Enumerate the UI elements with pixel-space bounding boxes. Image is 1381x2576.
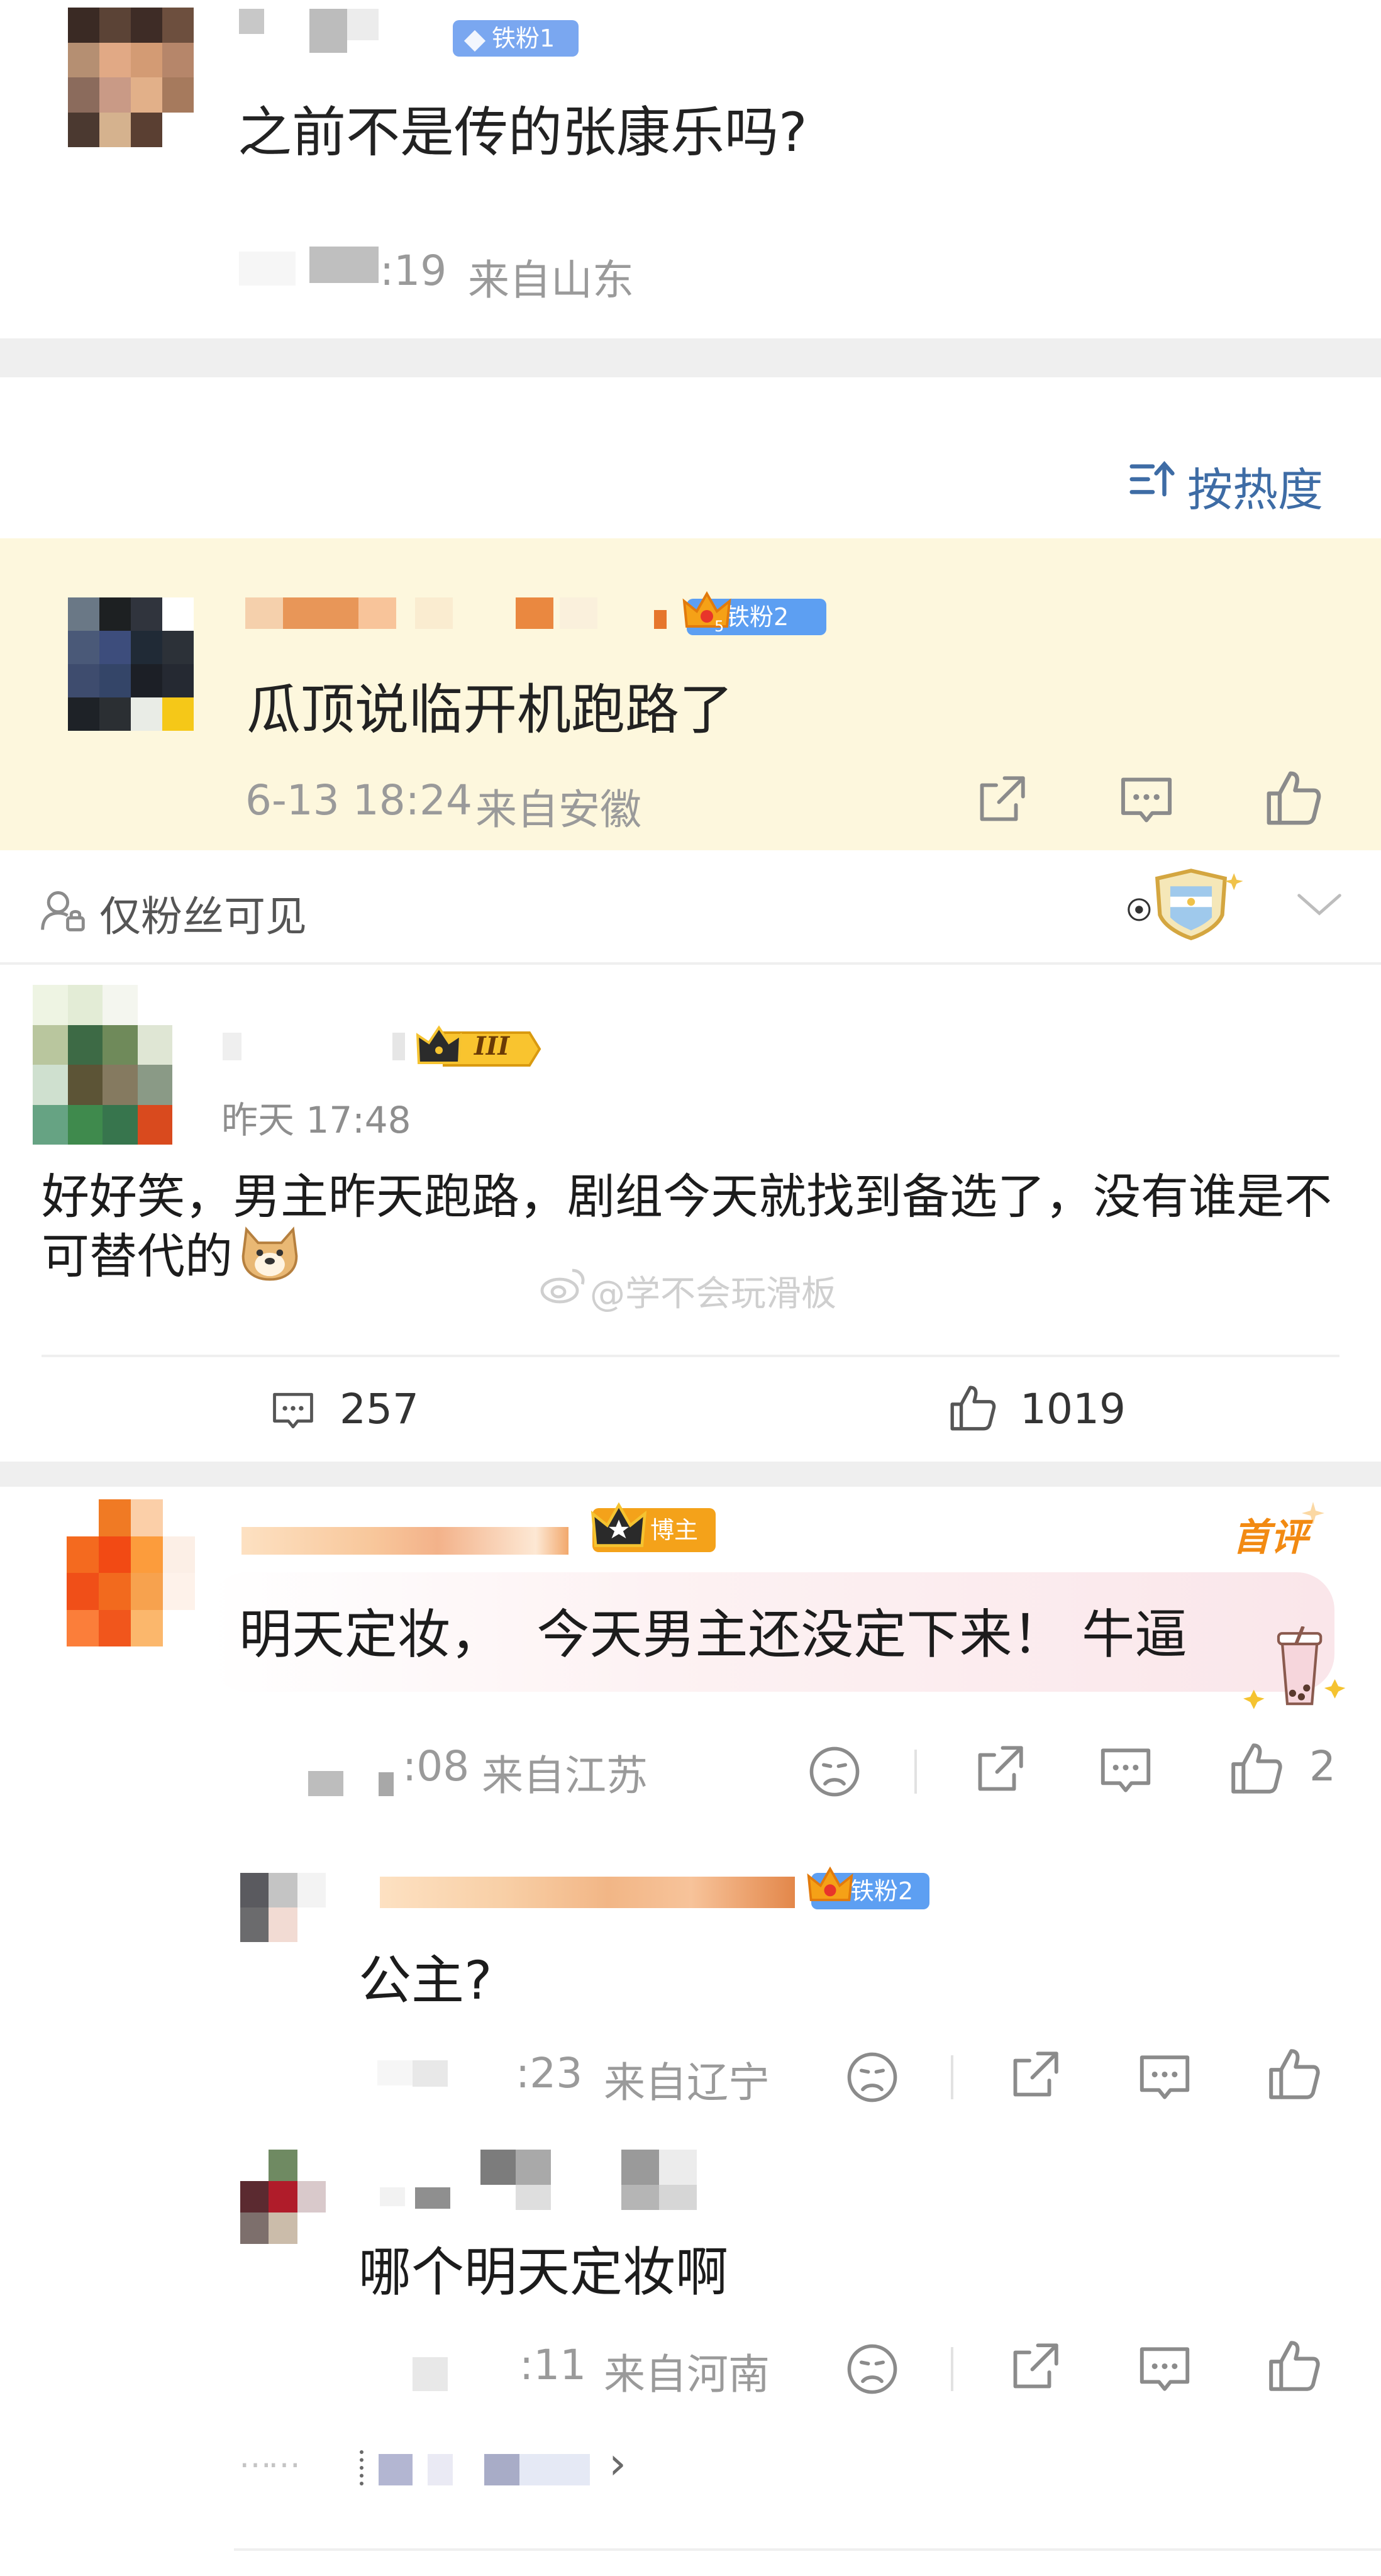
section-divider: [0, 1462, 1381, 1487]
time-blurred: [377, 2057, 516, 2094]
share-icon[interactable]: [1006, 2338, 1064, 2395]
fan-badge-label: 铁粉2: [726, 603, 789, 631]
action-divider: [914, 1750, 917, 1794]
comment-icon[interactable]: [1097, 1743, 1155, 1797]
dislike-face-icon[interactable]: [807, 1745, 862, 1799]
level-badge[interactable]: III: [416, 1025, 542, 1073]
action-divider: [951, 2055, 953, 2099]
avatar[interactable]: [33, 985, 172, 1145]
avatar[interactable]: [67, 1499, 195, 1646]
like-icon[interactable]: [1265, 2045, 1323, 2103]
comment-location: 来自安徽: [475, 786, 641, 834]
bubble-tea-sticker-icon: [1243, 1626, 1350, 1714]
username-blurred[interactable]: [239, 9, 379, 59]
likes-count: 1019: [1020, 1385, 1126, 1433]
share-icon[interactable]: [972, 771, 1031, 828]
dislike-face-icon[interactable]: [845, 2342, 899, 2396]
fan-badge[interactable]: 5 铁粉2: [682, 591, 826, 635]
more-dots: ……: [239, 2438, 301, 2475]
section-divider: [0, 338, 1381, 377]
avatar[interactable]: [240, 2150, 326, 2244]
divider: [42, 1355, 1339, 1357]
sort-label: 按热度: [1187, 464, 1324, 516]
username-blurred[interactable]: [223, 1029, 405, 1069]
action-divider: [951, 2347, 953, 2391]
football-badge-icon[interactable]: [1126, 863, 1256, 941]
avatar[interactable]: [68, 8, 194, 147]
comment-icon: [269, 1389, 317, 1433]
comment-text: 明天定妆， 今天男主还没定下来！ 牛逼: [239, 1604, 1188, 1665]
comment-text: 之前不是传的张康乐吗?: [238, 101, 807, 164]
username-blurred[interactable]: [241, 1527, 568, 1561]
blogger-badge[interactable]: 博主: [591, 1502, 716, 1552]
like-icon[interactable]: [1263, 767, 1324, 829]
comment-icon[interactable]: [1117, 772, 1176, 828]
sort-by-hot-button[interactable]: 按热度: [1129, 450, 1331, 516]
like-icon: [947, 1382, 999, 1434]
username-blurred[interactable]: [245, 597, 673, 635]
comment-time: :08: [402, 1742, 470, 1790]
reply-time: :11: [519, 2341, 587, 2389]
fan-badge-label: 铁粉2: [850, 1877, 914, 1905]
reply-time: :23: [516, 2049, 583, 2097]
comment-location: 来自江苏: [482, 1752, 648, 1800]
time-blurred: [239, 247, 379, 291]
post-time: 昨天 17:48: [221, 1099, 411, 1141]
more-replies-link[interactable]: …… ›: [239, 2438, 654, 2490]
divider: [0, 962, 1381, 965]
comment-icon[interactable]: [1136, 2342, 1194, 2396]
blogger-badge-label: 博主: [650, 1516, 699, 1544]
dislike-face-icon[interactable]: [845, 2050, 899, 2104]
comment-text: 瓜顶说临开机跑路了: [247, 679, 733, 741]
doge-emoji-icon: [236, 1223, 303, 1283]
like-icon: [1228, 1740, 1285, 1797]
comment-time: 6-13 18:24: [245, 776, 472, 824]
likes-count: 2: [1309, 1742, 1336, 1790]
fan-badge-label: 铁粉1: [492, 25, 555, 52]
divider: [234, 2548, 1381, 2551]
share-icon[interactable]: [1006, 2046, 1064, 2103]
chevron-right-icon: ›: [609, 2438, 626, 2489]
like-icon[interactable]: [1265, 2337, 1323, 2395]
reply-text: 公主?: [358, 1950, 492, 2011]
like-button[interactable]: 2: [1228, 1737, 1341, 1800]
lock-person-icon: [39, 887, 87, 935]
chevron-down-icon[interactable]: [1295, 892, 1343, 918]
weibo-logo-icon: [538, 1265, 589, 1306]
svg-text:5: 5: [714, 618, 724, 634]
username-blurred[interactable]: [380, 1877, 795, 1912]
fan-badge[interactable]: 铁粉2: [807, 1866, 929, 1909]
avatar[interactable]: [240, 1873, 326, 1942]
share-icon[interactable]: [971, 1741, 1029, 1797]
level-badge-label: III: [474, 1031, 510, 1061]
fan-badge[interactable]: 铁粉1: [453, 20, 579, 57]
time-blurred: [413, 2357, 507, 2395]
crown-icon: 5: [682, 589, 732, 635]
comment-time: :19: [380, 247, 447, 295]
first-comment-label: 首评: [1233, 1501, 1333, 1560]
avatar[interactable]: [68, 597, 194, 731]
fans-only-label: 仅粉丝可见: [99, 892, 307, 941]
comment-icon[interactable]: [1136, 2050, 1194, 2104]
crown-icon: [806, 1864, 854, 1908]
reply-location: 来自辽宁: [604, 2058, 770, 2107]
crown-icon: [590, 1499, 648, 1553]
sort-icon: [1129, 459, 1176, 499]
username-blurred[interactable]: [380, 2150, 707, 2210]
reply-text: 哪个明天定妆啊: [358, 2241, 729, 2303]
reply-location: 来自河南: [604, 2350, 770, 2399]
post-like-button[interactable]: 1019: [947, 1377, 1136, 1440]
comments-count: 257: [340, 1385, 419, 1433]
post-comments-button[interactable]: 257: [269, 1382, 433, 1439]
diamond-icon: [463, 26, 487, 52]
time-blurred: [308, 1766, 402, 1797]
comment-location: 来自山东: [468, 256, 634, 304]
watermark-text: @学不会玩滑板: [590, 1274, 836, 1314]
